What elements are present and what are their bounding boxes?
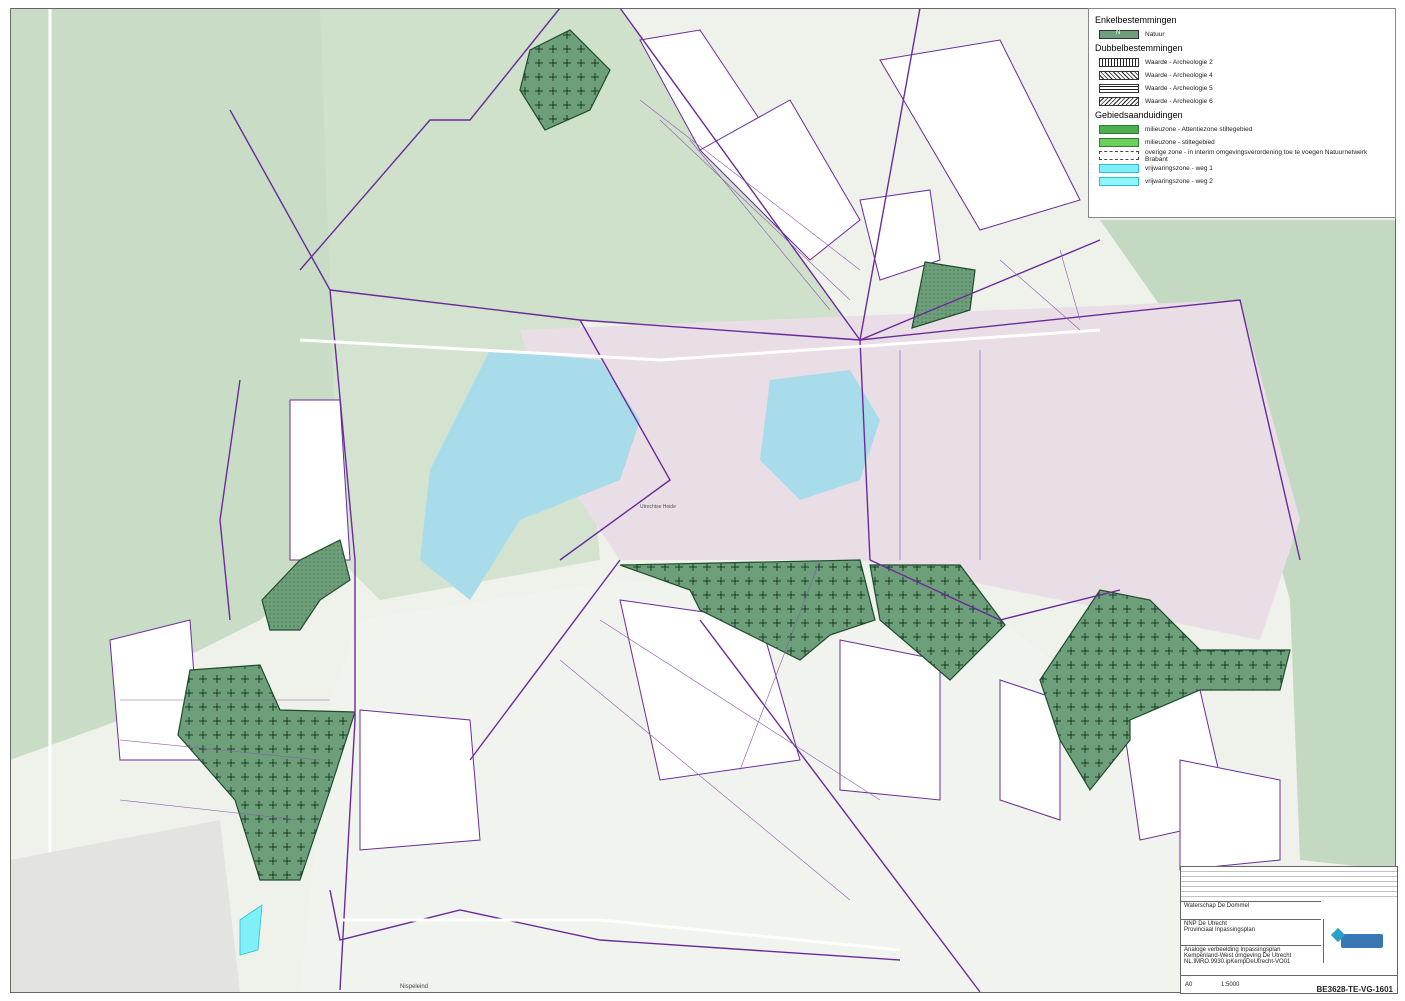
- legend-item-overige: overige zone - in interim omgevingsveror…: [1099, 149, 1389, 163]
- att-stilte-swatch-icon: [1099, 125, 1139, 134]
- area-label: Utrechtse Heide: [640, 504, 676, 510]
- map-legend: Enkelbestemmingen Natuur Dubbelbestemmin…: [1088, 8, 1396, 218]
- legend-section-gebied: Gebiedsaanduidingen: [1095, 110, 1183, 120]
- arch6-swatch-icon: [1099, 97, 1139, 106]
- legend-item-arch2: Waarde - Archeologie 2: [1099, 56, 1389, 69]
- legend-item-stilte: milieuzone - stiltegebied: [1099, 136, 1389, 149]
- grid-ruler-right: [1395, 8, 1405, 992]
- tb-drawing: Analoge verbeelding Inpassingsplan Kempe…: [1181, 945, 1321, 975]
- arch5-swatch-icon: [1099, 84, 1139, 93]
- tb-project: NNP De Utrecht Provinciaal Inpassingspla…: [1181, 919, 1321, 945]
- legend-item-arch6: Waarde - Archeologie 6: [1099, 95, 1389, 108]
- vrij1-swatch-icon: [1099, 164, 1139, 173]
- natuur-swatch-icon: [1099, 30, 1139, 39]
- tb-bottom-row: A0 1:5000 BE3628-TE-VG-1601: [1181, 975, 1397, 996]
- legend-item-arch5: Waarde - Archeologie 5: [1099, 82, 1389, 95]
- drawing-code: BE3628-TE-VG-1601: [1316, 985, 1393, 994]
- stilte-swatch-icon: [1099, 138, 1139, 147]
- vrij2-swatch-icon: [1099, 177, 1139, 186]
- logo-icon: [1341, 934, 1383, 948]
- grid-ruler-left: [0, 8, 11, 992]
- arch4-swatch-icon: [1099, 71, 1139, 80]
- legend-section-dubbel: Dubbelbestemmingen: [1095, 43, 1183, 53]
- legend-item-vrij1: vrijwaringszone - weg 1: [1099, 162, 1389, 175]
- legend-item-arch4: Waarde - Archeologie 4: [1099, 69, 1389, 82]
- legend-item-att-stilte: milieuzone - Attentiezone stiltegebied: [1099, 123, 1389, 136]
- tb-client: Waterschap De Dommel: [1181, 901, 1321, 919]
- arch2-swatch-icon: [1099, 58, 1139, 67]
- overige-swatch-icon: [1099, 151, 1139, 160]
- title-block: Waterschap De Dommel NNP De Utrecht Prov…: [1180, 866, 1398, 994]
- place-label-nispeleind: Nispeleind: [400, 984, 428, 990]
- legend-section-enkel: Enkelbestemmingen: [1095, 15, 1177, 25]
- legend-item-natuur: Natuur: [1099, 28, 1389, 41]
- revision-table: [1181, 867, 1397, 901]
- company-logo: [1323, 919, 1400, 963]
- legend-item-vrij2: vrijwaringszone - weg 2: [1099, 175, 1389, 188]
